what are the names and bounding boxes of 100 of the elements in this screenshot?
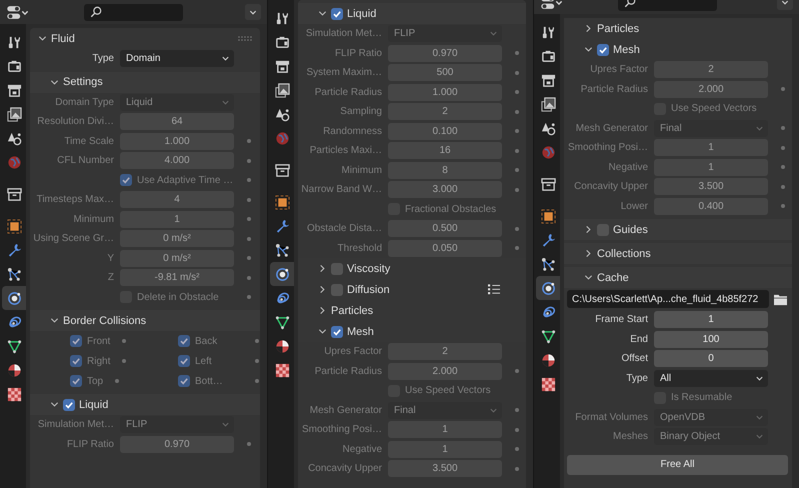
caret-icon bbox=[489, 29, 498, 38]
panel-title: Border Collisions bbox=[63, 314, 146, 326]
field-label: Obstacle Dista… bbox=[306, 223, 382, 234]
cone-sphere-icon bbox=[6, 130, 22, 146]
box-icon bbox=[274, 162, 290, 178]
search-icon bbox=[90, 6, 102, 18]
field-label: Format Volumes bbox=[574, 412, 648, 423]
editor-type-icon[interactable] bbox=[6, 4, 30, 20]
orbit-icon bbox=[540, 280, 556, 296]
panel-header[interactable]: Fluid bbox=[30, 28, 260, 49]
search-field[interactable] bbox=[84, 4, 183, 20]
number-field[interactable]: 100 bbox=[654, 330, 768, 348]
checkbox-label: Front bbox=[87, 336, 110, 346]
field-label: Smoothing Posi… bbox=[566, 142, 648, 154]
field-label: Concavity Upper bbox=[573, 181, 648, 192]
folder-icon[interactable] bbox=[773, 292, 788, 306]
checkbox[interactable] bbox=[331, 284, 343, 296]
checkbox[interactable] bbox=[331, 262, 343, 274]
image-stack-icon bbox=[540, 96, 556, 112]
panel-title: Fluid bbox=[51, 32, 75, 44]
checkbox[interactable] bbox=[331, 8, 343, 20]
sphere-icon bbox=[6, 362, 22, 378]
field-label: Y bbox=[106, 252, 114, 264]
orbit-icon bbox=[274, 266, 290, 282]
list-icon[interactable] bbox=[488, 284, 500, 295]
checkbox-label: Delete in Obstacle bbox=[137, 292, 219, 303]
panel-header[interactable]: Liquid bbox=[30, 394, 260, 415]
printer-icon bbox=[6, 82, 22, 98]
particles-icon bbox=[540, 256, 556, 272]
sphere-icon bbox=[274, 338, 290, 354]
tools-icon bbox=[274, 10, 290, 26]
cone-sphere-icon bbox=[540, 120, 556, 136]
field-label: Particle Radius bbox=[314, 366, 382, 377]
field-label: Smoothing Posi… bbox=[300, 424, 382, 436]
field-label: CFL Number bbox=[56, 155, 114, 166]
checkbox[interactable] bbox=[63, 398, 75, 410]
orbit-icon bbox=[6, 290, 22, 306]
panel-title: Particles bbox=[331, 304, 374, 316]
properties-tab[interactable] bbox=[2, 286, 26, 310]
free-all-button[interactable]: Free All bbox=[567, 454, 788, 474]
field-label: Domain Type bbox=[54, 96, 114, 108]
rings-icon bbox=[540, 304, 556, 320]
panel-header[interactable]: Guides bbox=[564, 219, 792, 240]
field-label: System Maxim… bbox=[305, 67, 382, 78]
field-label: Z bbox=[106, 272, 114, 284]
printer-icon bbox=[540, 72, 556, 88]
field-label: Upres Factor bbox=[323, 346, 382, 358]
options-caret-icon[interactable] bbox=[245, 4, 261, 20]
number-field[interactable]: 1 bbox=[654, 311, 768, 328]
field-label: Offset bbox=[620, 353, 648, 364]
dropdown[interactable]: All bbox=[654, 370, 768, 387]
file-path-field[interactable]: C:\Users\Scarlett\Ap...che_fluid_4b85f272 bbox=[567, 290, 769, 308]
panel-header[interactable]: Settings bbox=[30, 72, 260, 92]
wrench-icon bbox=[540, 232, 556, 248]
checker-icon bbox=[540, 376, 556, 392]
field-label: Particle Radius bbox=[580, 84, 648, 95]
field-label: Type bbox=[91, 53, 114, 64]
field-label: Type bbox=[625, 372, 648, 384]
field-label: Negative bbox=[342, 444, 382, 455]
field-label: Particle Radius bbox=[314, 86, 382, 98]
panel-header[interactable]: Liquid bbox=[298, 3, 526, 24]
panel-title: Particles bbox=[597, 22, 640, 34]
properties-tab[interactable] bbox=[536, 276, 560, 300]
field-label: Timesteps Max… bbox=[36, 194, 114, 206]
square-icon bbox=[540, 208, 556, 224]
field-label: Simulation Met… bbox=[36, 419, 114, 430]
panel-title: Cache bbox=[597, 272, 629, 284]
panel-header[interactable]: Collections bbox=[564, 243, 792, 264]
properties-tab[interactable] bbox=[270, 262, 294, 286]
globe-icon bbox=[6, 154, 22, 170]
panel-header[interactable]: Border Collisions bbox=[30, 310, 260, 331]
triangle-icon bbox=[6, 338, 22, 354]
checkbox[interactable] bbox=[331, 326, 343, 338]
field-label: Concavity Upper bbox=[307, 463, 382, 474]
triangle-icon bbox=[540, 328, 556, 344]
wrench-icon bbox=[6, 242, 22, 258]
field-label: Minimum bbox=[72, 214, 114, 225]
checkbox[interactable] bbox=[597, 44, 609, 56]
image-stack-icon bbox=[274, 82, 290, 98]
checker-icon bbox=[6, 386, 22, 402]
checkbox-label: Bott… bbox=[195, 376, 223, 386]
panel-title: Mesh bbox=[613, 44, 640, 56]
dropdown[interactable]: Domain bbox=[120, 50, 234, 68]
rings-icon bbox=[274, 290, 290, 306]
camera-icon bbox=[6, 58, 22, 74]
panel-title: Mesh bbox=[347, 326, 374, 338]
panel-title: Settings bbox=[63, 76, 103, 88]
image-stack-icon bbox=[6, 106, 22, 122]
cone-sphere-icon bbox=[274, 106, 290, 122]
checkbox[interactable] bbox=[597, 224, 609, 236]
globe-icon bbox=[274, 130, 290, 146]
panel-title: Collections bbox=[597, 248, 651, 260]
panel-title: Liquid bbox=[79, 398, 108, 410]
number-field[interactable]: 0 bbox=[654, 350, 768, 368]
drag-handle-icon[interactable] bbox=[238, 36, 252, 42]
sphere-icon bbox=[540, 352, 556, 368]
square-icon bbox=[6, 218, 22, 234]
panel-header[interactable]: Cache bbox=[564, 267, 792, 288]
box-icon bbox=[6, 186, 22, 202]
panel-title: Diffusion bbox=[347, 284, 390, 296]
